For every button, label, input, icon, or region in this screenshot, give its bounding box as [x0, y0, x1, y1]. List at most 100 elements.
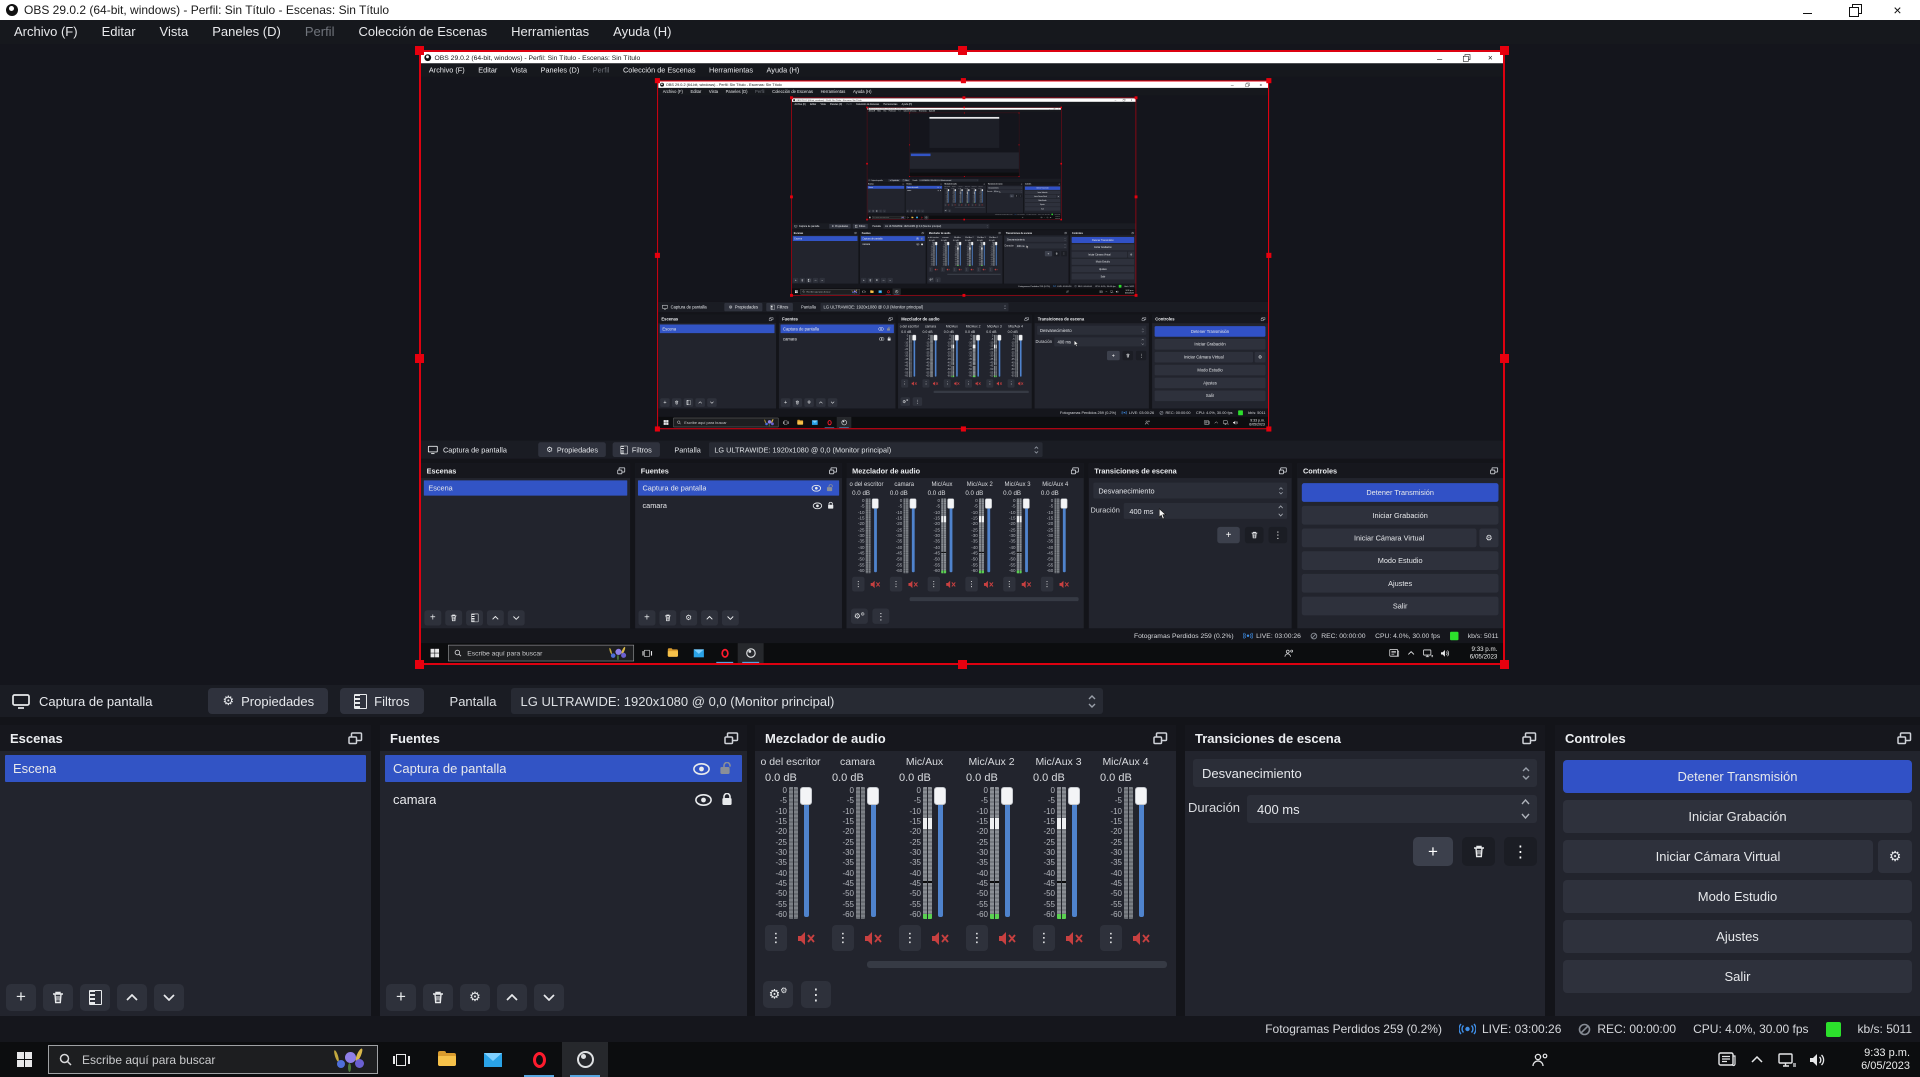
display-select[interactable]: LG ULTRAWIDE: 1920x1080 @ 0,0 (Monitor p… — [883, 224, 989, 229]
network-tray-icon[interactable] — [1772, 1042, 1802, 1077]
control-button[interactable]: Detener Transmisión — [1025, 186, 1060, 189]
visibility-eye-icon[interactable] — [916, 237, 919, 239]
channel-menu-button[interactable]: ⋮ — [899, 925, 921, 951]
volume-slider-handle[interactable] — [947, 498, 954, 508]
channel-menu-button[interactable]: ⋮ — [965, 267, 969, 272]
lock-icon[interactable] — [721, 793, 733, 806]
move-scene-up-button[interactable] — [487, 610, 504, 625]
selection-handle[interactable] — [961, 78, 966, 83]
selection-handle[interactable] — [963, 107, 965, 109]
mute-speaker-icon[interactable] — [975, 381, 981, 386]
selection-handle[interactable] — [1500, 354, 1509, 363]
menu-item[interactable]: Vista — [504, 63, 534, 77]
properties-button[interactable]: ⚙ Propiedades — [829, 224, 850, 229]
volume-slider[interactable] — [1066, 787, 1083, 919]
menu-item[interactable]: Editar — [471, 63, 504, 77]
popout-icon[interactable] — [854, 232, 857, 234]
selection-handle[interactable] — [1266, 426, 1271, 431]
remove-transition-button[interactable] — [1123, 351, 1133, 360]
control-button[interactable]: Detener Transmisión — [1302, 483, 1499, 502]
people-button[interactable] — [1020, 216, 1024, 220]
news-widget-button[interactable] — [1712, 1042, 1742, 1077]
volume-slider[interactable] — [1059, 498, 1069, 573]
channel-menu-button[interactable]: ⋮ — [953, 267, 957, 272]
move-source-up-button[interactable] — [497, 984, 527, 1011]
scene-row[interactable]: Escena — [5, 755, 366, 782]
add-transition-button[interactable]: + — [1107, 351, 1120, 360]
remove-scene-button[interactable] — [43, 984, 73, 1011]
selection-handle[interactable] — [1135, 195, 1138, 198]
lock-icon[interactable] — [940, 190, 941, 191]
volume-slider[interactable] — [908, 498, 918, 573]
selection-handle[interactable] — [415, 46, 424, 55]
control-button[interactable]: Iniciar Cámara Virtual — [1025, 195, 1056, 198]
source-row[interactable]: camara — [781, 334, 894, 343]
mute-speaker-icon[interactable] — [996, 381, 1002, 386]
volume-tray-icon[interactable] — [1802, 1042, 1832, 1077]
advanced-audio-button[interactable]: ⚙⚙ — [944, 209, 947, 212]
selection-handle[interactable] — [958, 660, 967, 669]
volume-slider[interactable] — [948, 189, 950, 203]
menu-item[interactable]: Paneles (D) — [534, 63, 586, 77]
menu-item[interactable]: Colección de Escenas — [616, 63, 702, 77]
spinbox-arrows-icon[interactable] — [1141, 337, 1144, 346]
volume-slider-handle[interactable] — [982, 189, 983, 191]
properties-button[interactable]: ⚙ Propiedades — [538, 442, 605, 457]
volume-slider-handle[interactable] — [976, 335, 980, 341]
menu-item[interactable]: Archivo (F) — [2, 20, 90, 44]
task-view-button[interactable] — [378, 1042, 424, 1077]
transition-menu-button[interactable]: ⋮ — [1504, 837, 1537, 866]
menu-item[interactable]: Colección de Escenas — [768, 88, 816, 96]
mute-speaker-icon[interactable] — [983, 268, 986, 271]
popout-icon[interactable] — [1064, 232, 1067, 234]
selection-handle[interactable] — [1135, 294, 1138, 297]
mixer-horizontal-scrollbar[interactable] — [947, 274, 1001, 275]
volume-slider-handle[interactable] — [983, 242, 985, 245]
close-button[interactable]: × — [1875, 0, 1920, 20]
people-button[interactable] — [1064, 288, 1072, 294]
mute-speaker-icon[interactable] — [995, 268, 998, 271]
menu-item[interactable]: Archivo (F) — [422, 63, 471, 77]
control-button[interactable]: Ajustes — [1563, 920, 1912, 953]
start-button[interactable] — [0, 1042, 48, 1077]
mute-speaker-icon[interactable] — [908, 580, 919, 589]
task-view-button[interactable] — [778, 417, 793, 428]
volume-slider-handle[interactable] — [961, 189, 962, 191]
volume-slider-handle[interactable] — [1019, 335, 1023, 341]
control-button[interactable]: Ajustes — [1302, 574, 1499, 593]
captured-window-frame[interactable]: OBS 29.0.2 (64-bit, windows) - Perfil: S… — [419, 50, 1505, 665]
menu-item[interactable]: Vista — [705, 88, 722, 96]
start-button[interactable] — [792, 288, 801, 294]
popout-icon[interactable] — [617, 467, 625, 474]
scene-row[interactable]: Escena — [424, 480, 627, 495]
duration-spinbox[interactable]: 400 ms — [1054, 337, 1146, 346]
add-scene-button[interactable]: + — [660, 398, 670, 407]
popout-icon[interactable] — [1131, 232, 1134, 234]
tray-expand-chevron-icon[interactable] — [1403, 643, 1420, 663]
control-button[interactable]: Salir — [1563, 960, 1912, 993]
control-button[interactable]: Iniciar Cámara Virtual — [1563, 840, 1873, 873]
captured-window-frame[interactable]: OBS 29.0.2 (64-bit, windows) - Perfil: S… — [867, 107, 1061, 219]
volume-slider[interactable] — [871, 498, 881, 573]
volume-slider-handle[interactable] — [995, 242, 997, 245]
control-button[interactable]: Modo Estudio — [1155, 365, 1266, 376]
source-row[interactable]: camara — [385, 786, 742, 813]
selection-handle[interactable] — [1019, 176, 1020, 177]
captured-window-frame[interactable]: OBS 29.0.2 (64-bit, windows) - Perfil: S… — [791, 98, 1136, 296]
unlock-icon[interactable] — [887, 327, 891, 331]
mail-button[interactable] — [808, 417, 823, 428]
channel-menu-button[interactable]: ⋮ — [922, 379, 929, 387]
volume-slider[interactable] — [997, 335, 1002, 377]
menu-item[interactable]: Perfil — [586, 63, 616, 77]
volume-slider-handle[interactable] — [1023, 498, 1030, 508]
selection-handle[interactable] — [1266, 253, 1271, 258]
search-highlight-flower-image[interactable] — [850, 289, 858, 294]
opera-browser-button[interactable] — [884, 288, 892, 294]
volume-slider[interactable] — [971, 242, 974, 266]
duration-spinbox[interactable]: 400 ms — [1015, 243, 1067, 248]
source-row[interactable]: Captura de pantalla — [638, 480, 839, 495]
scene-row[interactable]: Escena — [660, 324, 775, 333]
news-widget-button[interactable] — [1202, 417, 1212, 428]
channel-menu-button[interactable]: ⋮ — [901, 379, 908, 387]
volume-slider-handle[interactable] — [948, 189, 949, 191]
